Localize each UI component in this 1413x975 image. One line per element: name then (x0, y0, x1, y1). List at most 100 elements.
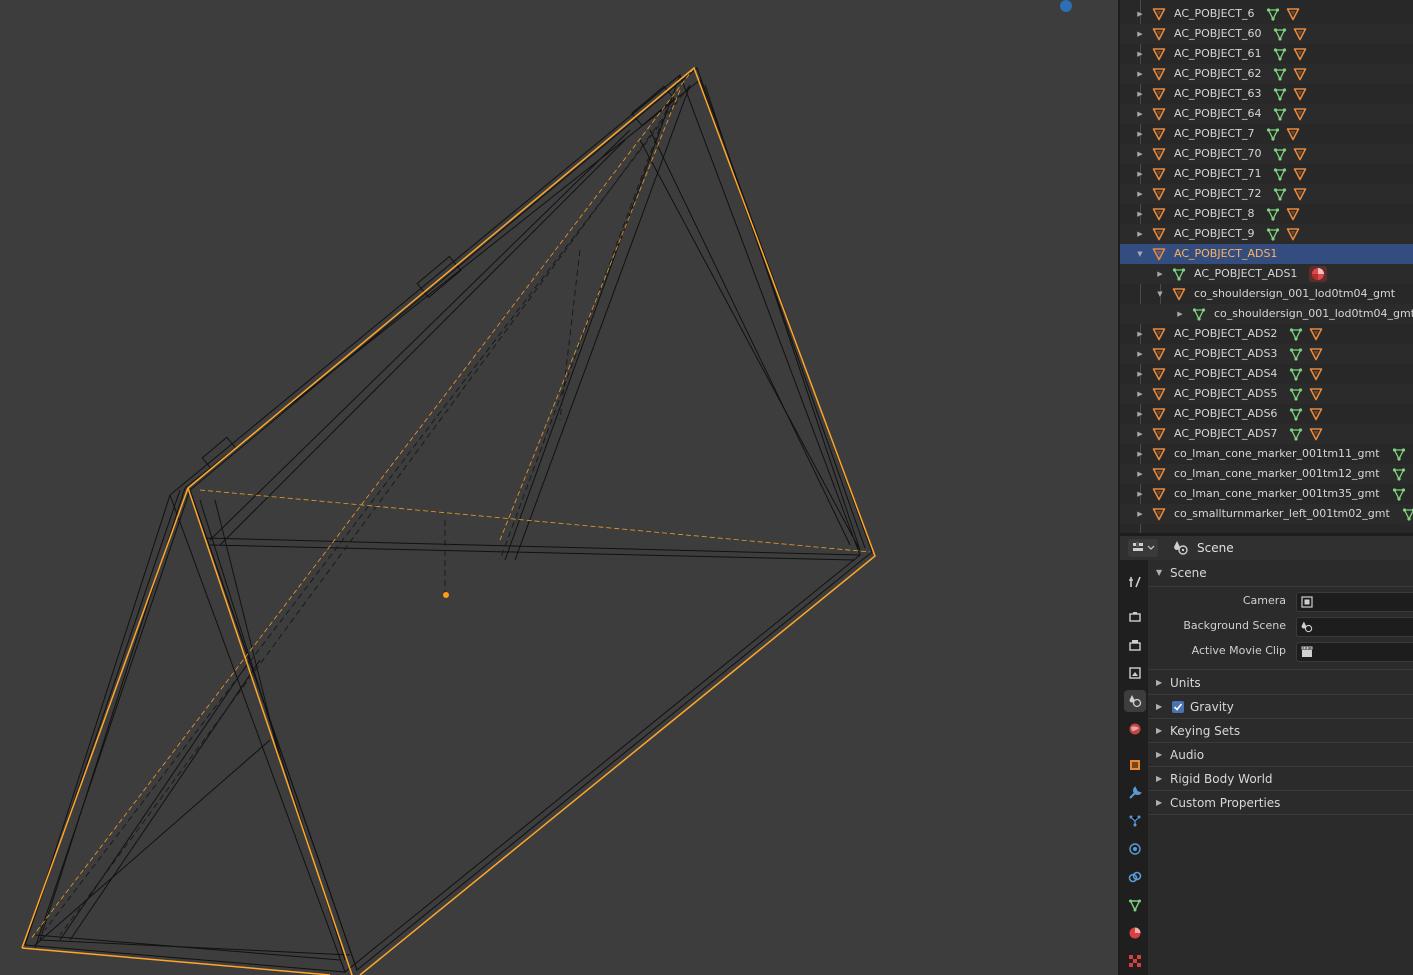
expand-arrow-icon[interactable]: ▶ (1135, 84, 1145, 104)
tab-particles[interactable] (1124, 810, 1146, 832)
mesh-data-icon[interactable] (1266, 207, 1280, 221)
child-empty-icon[interactable] (1286, 227, 1300, 241)
tab-object[interactable] (1124, 754, 1146, 776)
outliner-item-label[interactable]: AC_POBJECT_ADS5 (1174, 384, 1277, 404)
outliner-item-label[interactable]: AC_POBJECT_ADS6 (1174, 404, 1277, 424)
expand-arrow-icon[interactable]: ▶ (1135, 184, 1145, 204)
outliner-item-label[interactable]: co_lman_cone_marker_001tm35_gmt (1174, 484, 1380, 504)
child-empty-icon[interactable] (1309, 427, 1323, 441)
mesh-data-icon[interactable] (1273, 147, 1287, 161)
outliner-row[interactable]: ▶ AC_POBJECT_8 (1120, 204, 1413, 224)
expand-arrow-icon[interactable]: ▶ (1175, 304, 1185, 324)
mesh-data-icon[interactable] (1392, 487, 1406, 501)
mesh-data-icon[interactable] (1273, 107, 1287, 121)
expand-arrow-icon[interactable]: ▶ (1135, 24, 1145, 44)
child-empty-icon[interactable] (1286, 207, 1300, 221)
outliner-row[interactable]: ▶ AC_POBJECT_ADS1 (1120, 264, 1413, 284)
active-movie-clip-field[interactable] (1296, 642, 1413, 662)
outliner-row[interactable]: ▶ AC_POBJECT_63 (1120, 84, 1413, 104)
outliner-item-label[interactable]: AC_POBJECT_62 (1174, 64, 1261, 84)
outliner-item-label[interactable]: AC_POBJECT_6 (1174, 4, 1254, 24)
tab-output[interactable] (1124, 634, 1146, 656)
outliner-row[interactable]: ▶ co_lman_cone_marker_001tm35_gmt (1120, 484, 1413, 504)
child-empty-icon[interactable] (1286, 127, 1300, 141)
outliner-item-label[interactable]: AC_POBJECT_60 (1174, 24, 1261, 44)
mesh-data-icon[interactable] (1392, 467, 1406, 481)
child-empty-icon[interactable] (1286, 7, 1300, 21)
child-empty-icon[interactable] (1309, 327, 1323, 341)
outliner-row[interactable]: ▶ AC_POBJECT_ADS7 (1120, 424, 1413, 444)
editor-type-dropdown[interactable] (1128, 539, 1158, 557)
tab-physics[interactable] (1124, 838, 1146, 860)
tab-data[interactable] (1124, 894, 1146, 916)
outliner-row[interactable]: ▼ AC_POBJECT_ADS1 (1120, 244, 1413, 264)
expand-arrow-icon[interactable]: ▶ (1135, 44, 1145, 64)
mesh-data-icon[interactable] (1266, 127, 1280, 141)
tab-constraints[interactable] (1124, 866, 1146, 888)
child-empty-icon[interactable] (1293, 167, 1307, 181)
scene-panel-header[interactable]: ▼ Scene (1148, 561, 1413, 585)
outliner-row[interactable]: ▶ co_lman_cone_marker_001tm11_gmt (1120, 444, 1413, 464)
outliner-item-label[interactable]: AC_POBJECT_ADS7 (1174, 424, 1277, 444)
outliner-item-label[interactable]: AC_POBJECT_ADS1 (1194, 264, 1297, 284)
outliner-item-label[interactable]: AC_POBJECT_7 (1174, 124, 1254, 144)
outliner-row[interactable]: ▶ co_shouldersign_001_lod0tm04_gmt (1120, 304, 1413, 324)
outliner-item-label[interactable]: co_shouldersign_001_lod0tm04_gmt (1214, 304, 1413, 324)
outliner-row[interactable]: ▶ AC_POBJECT_ADS5 (1120, 384, 1413, 404)
gravity-checkbox[interactable] (1172, 701, 1184, 713)
child-empty-icon[interactable] (1293, 47, 1307, 61)
outliner-row[interactable]: ▶ AC_POBJECT_ADS2 (1120, 324, 1413, 344)
mesh-data-icon[interactable] (1266, 227, 1280, 241)
outliner-row[interactable]: ▶ co_lman_cone_marker_001tm12_gmt (1120, 464, 1413, 484)
3d-viewport[interactable] (0, 0, 1118, 975)
tab-render[interactable] (1124, 606, 1146, 628)
child-empty-icon[interactable] (1293, 107, 1307, 121)
outliner-row[interactable]: ▶ AC_POBJECT_61 (1120, 44, 1413, 64)
child-empty-icon[interactable] (1293, 87, 1307, 101)
tab-scene[interactable] (1124, 690, 1146, 712)
outliner-item-label[interactable]: co_lman_cone_marker_001tm11_gmt (1174, 444, 1380, 464)
child-empty-icon[interactable] (1309, 387, 1323, 401)
mesh-data-icon[interactable] (1289, 367, 1303, 381)
child-empty-icon[interactable] (1293, 27, 1307, 41)
mesh-data-icon[interactable] (1392, 447, 1406, 461)
outliner-row[interactable]: ▶ AC_POBJECT_ADS4 (1120, 364, 1413, 384)
outliner-item-label[interactable]: AC_POBJECT_64 (1174, 104, 1261, 124)
outliner-row[interactable]: ▶ AC_POBJECT_72 (1120, 184, 1413, 204)
child-empty-icon[interactable] (1293, 147, 1307, 161)
outliner-item-label[interactable]: AC_POBJECT_8 (1174, 204, 1254, 224)
mesh-data-icon[interactable] (1273, 47, 1287, 61)
units-panel-header[interactable]: ▶ Units (1148, 671, 1413, 695)
audio-panel-header[interactable]: ▶ Audio (1148, 743, 1413, 767)
expand-arrow-icon[interactable]: ▶ (1135, 4, 1145, 24)
tab-material[interactable] (1124, 922, 1146, 944)
expand-arrow-icon[interactable]: ▶ (1135, 364, 1145, 384)
gravity-panel-header[interactable]: ▶ Gravity (1148, 695, 1413, 719)
custom-properties-panel-header[interactable]: ▶ Custom Properties (1148, 791, 1413, 815)
expand-arrow-icon[interactable]: ▶ (1135, 144, 1145, 164)
expand-arrow-icon[interactable]: ▶ (1135, 484, 1145, 504)
outliner-item-label[interactable]: AC_POBJECT_ADS1 (1174, 244, 1277, 264)
expand-arrow-icon[interactable]: ▶ (1135, 124, 1145, 144)
outliner-row[interactable]: ▶ AC_POBJECT_64 (1120, 104, 1413, 124)
mesh-data-icon[interactable] (1266, 7, 1280, 21)
navigation-gizmo-dot[interactable] (1060, 0, 1072, 12)
mesh-data-icon[interactable] (1289, 387, 1303, 401)
outliner-row[interactable]: ▶ AC_POBJECT_60 (1120, 24, 1413, 44)
expand-arrow-icon[interactable]: ▶ (1135, 464, 1145, 484)
mesh-data-icon[interactable] (1289, 347, 1303, 361)
outliner-item-label[interactable]: co_shouldersign_001_lod0tm04_gmt (1194, 284, 1395, 304)
expand-arrow-icon[interactable]: ▶ (1135, 384, 1145, 404)
material-icon[interactable] (1309, 266, 1328, 282)
collapse-arrow-icon[interactable]: ▼ (1155, 284, 1165, 304)
mesh-data-icon[interactable] (1402, 507, 1413, 521)
tab-modifier[interactable] (1124, 782, 1146, 804)
child-empty-icon[interactable] (1293, 67, 1307, 81)
mesh-data-icon[interactable] (1273, 27, 1287, 41)
properties-editor[interactable]: Scene ▼ Scene Camera Background Scene Ac… (1120, 536, 1413, 975)
tab-world[interactable] (1124, 718, 1146, 740)
expand-arrow-icon[interactable]: ▶ (1135, 404, 1145, 424)
outliner-item-label[interactable]: AC_POBJECT_ADS2 (1174, 324, 1277, 344)
outliner-row[interactable]: ▶ AC_POBJECT_70 (1120, 144, 1413, 164)
rigid-body-world-panel-header[interactable]: ▶ Rigid Body World (1148, 767, 1413, 791)
